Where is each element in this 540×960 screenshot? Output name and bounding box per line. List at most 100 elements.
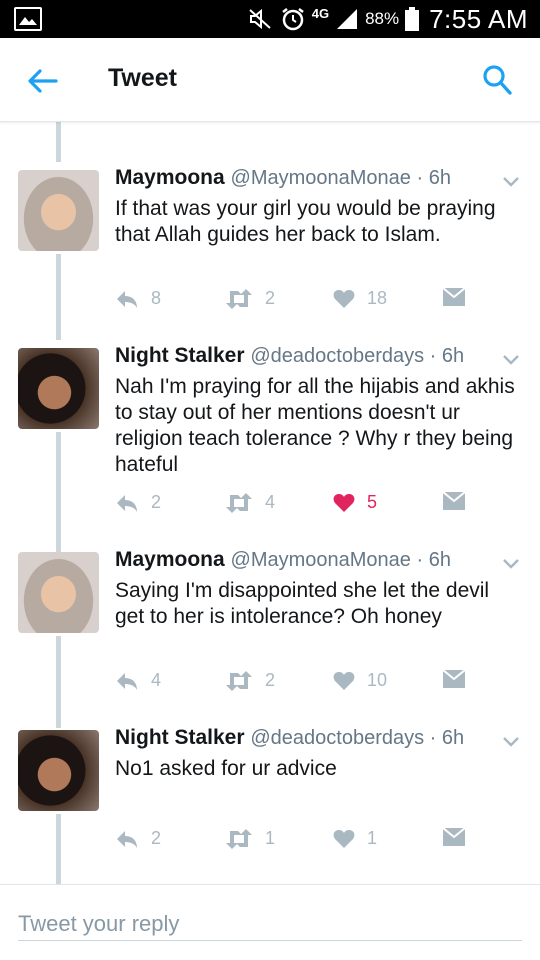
author-name[interactable]: Maymoona <box>115 548 225 571</box>
dm-action[interactable] <box>443 828 465 846</box>
retweet-icon <box>226 828 252 849</box>
back-arrow-icon[interactable] <box>26 66 58 96</box>
network-type: 4G <box>311 5 330 21</box>
search-icon[interactable] <box>482 64 512 96</box>
reply-count: 2 <box>151 492 162 512</box>
mute-icon <box>249 8 271 30</box>
retweet-count: 4 <box>265 492 276 512</box>
share-envelope-icon <box>443 670 465 688</box>
retweet-count: 2 <box>265 670 276 690</box>
retweet-icon <box>226 670 252 691</box>
tweet[interactable]: Night Stalker @deadoctoberdays · 6h Nah … <box>0 344 540 544</box>
tweet-text: If that was your girl you would be prayi… <box>115 197 496 246</box>
tweet-header: Night Stalker @deadoctoberdays · 6h <box>115 344 464 368</box>
share-envelope-icon <box>443 288 465 306</box>
gallery-notification-icon <box>14 7 42 31</box>
tweet[interactable]: Maymoona @MaymoonaMonae · 6h If that was… <box>0 166 540 346</box>
tweet-header: Maymoona @MaymoonaMonae · 6h <box>115 548 451 572</box>
page-title: Tweet <box>108 64 177 92</box>
reply-count: 1 <box>151 122 161 123</box>
reply-icon <box>117 290 137 308</box>
author-name[interactable]: Night Stalker <box>115 726 245 749</box>
like-count: 10 <box>367 670 388 690</box>
heart-icon <box>333 122 355 123</box>
reply-action[interactable]: 1 <box>115 122 161 123</box>
retweet-action[interactable]: 2 <box>225 288 275 309</box>
like-count: 34 <box>367 122 387 123</box>
partial-tweet-actions: 1 34 <box>0 122 540 126</box>
reply-icon <box>115 122 139 123</box>
retweet-count: 1 <box>265 828 276 848</box>
chevron-down-icon[interactable] <box>502 176 520 188</box>
reply-icon <box>117 494 137 512</box>
tweet-text: Saying I'm disappointed she let the devi… <box>115 579 490 628</box>
author-name[interactable]: Night Stalker <box>115 344 245 367</box>
like-action[interactable]: 1 <box>333 828 377 849</box>
like-action[interactable]: 5 <box>333 492 377 513</box>
tweet-actions: 2 4 5 <box>115 492 525 516</box>
thread-line <box>56 122 61 162</box>
like-action[interactable]: 34 <box>333 122 387 123</box>
share-envelope-icon <box>443 828 465 846</box>
tweet[interactable]: Night Stalker @deadoctoberdays · 6h No1 … <box>0 726 540 884</box>
author-name[interactable]: Maymoona <box>115 166 225 189</box>
reply-icon <box>117 830 137 848</box>
retweet-action[interactable]: 2 <box>225 670 275 691</box>
like-action[interactable]: 10 <box>333 670 387 691</box>
reply-action[interactable]: 8 <box>115 288 161 309</box>
share-envelope-icon <box>443 492 465 510</box>
chevron-down-icon[interactable] <box>502 558 520 570</box>
chevron-down-icon[interactable] <box>502 354 520 366</box>
tweet-text: Nah I'm praying for all the hijabis and … <box>115 375 515 476</box>
like-count: 5 <box>367 492 378 512</box>
signal-icon <box>337 9 358 29</box>
author-handle: @MaymoonaMonae · 6h <box>230 549 451 571</box>
tweet-header: Maymoona @MaymoonaMonae · 6h <box>115 166 451 190</box>
conversation-thread[interactable]: 1 34 Maymoona @MaymoonaMonae · 6h If tha… <box>0 122 540 884</box>
reply-action[interactable]: 2 <box>115 828 161 849</box>
reply-composer <box>0 884 540 960</box>
like-count: 1 <box>367 828 378 848</box>
tweet[interactable]: Maymoona @MaymoonaMonae · 6h Saying I'm … <box>0 548 540 728</box>
heart-filled-icon <box>333 493 355 512</box>
retweet-icon <box>226 288 252 309</box>
reply-count: 2 <box>151 828 162 848</box>
tweet-actions: 8 2 18 <box>115 288 525 312</box>
author-handle: @deadoctoberdays · 6h <box>250 345 465 367</box>
retweet-count: 2 <box>265 288 276 308</box>
like-count: 18 <box>367 288 388 308</box>
alarm-icon <box>281 8 304 31</box>
author-handle: @MaymoonaMonae · 6h <box>230 167 451 189</box>
battery-icon <box>405 7 420 31</box>
dm-action[interactable] <box>443 670 465 688</box>
reply-icon <box>117 672 137 690</box>
reply-action[interactable]: 4 <box>115 670 161 691</box>
dm-action[interactable] <box>443 288 465 306</box>
reply-count: 4 <box>151 670 162 690</box>
clock: 7:55 AM <box>429 3 528 34</box>
tweet-header: Night Stalker @deadoctoberdays · 6h <box>115 726 464 750</box>
status-bar: 4G 88% 7:55 AM <box>0 0 540 38</box>
dm-action[interactable] <box>443 492 465 510</box>
retweet-action[interactable]: 1 <box>225 828 275 849</box>
battery-percent: 88% <box>365 9 400 28</box>
chevron-down-icon[interactable] <box>502 736 520 748</box>
avatar[interactable] <box>18 730 99 811</box>
heart-icon <box>333 671 355 690</box>
reply-input[interactable] <box>18 907 522 941</box>
heart-icon <box>333 829 355 848</box>
like-action[interactable]: 18 <box>333 288 387 309</box>
tweet-actions: 2 1 1 <box>115 828 525 852</box>
avatar[interactable] <box>18 348 99 429</box>
avatar[interactable] <box>18 170 99 251</box>
app-bar: Tweet <box>0 38 540 122</box>
reply-action[interactable]: 2 <box>115 492 161 513</box>
tweet-text: No1 asked for ur advice <box>115 757 337 780</box>
retweet-action[interactable]: 4 <box>225 492 275 513</box>
heart-icon <box>333 289 355 308</box>
reply-count: 8 <box>151 288 162 308</box>
avatar[interactable] <box>18 552 99 633</box>
tweet-actions: 4 2 10 <box>115 670 525 694</box>
retweet-icon <box>226 492 252 513</box>
author-handle: @deadoctoberdays · 6h <box>250 727 465 749</box>
